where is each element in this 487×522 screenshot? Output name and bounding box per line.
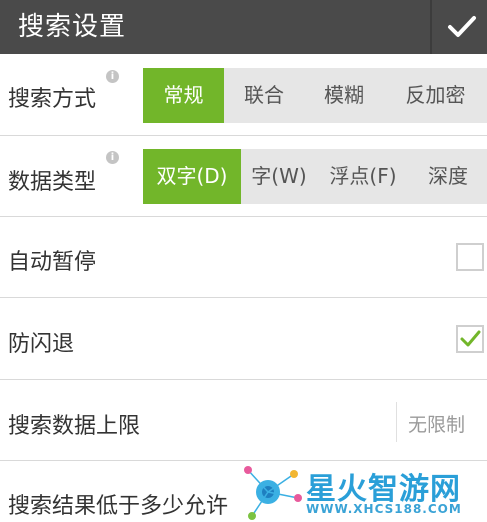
search-mode-option-fuzzy[interactable]: 模糊 [304, 68, 384, 123]
search-mode-option-joint[interactable]: 联合 [224, 68, 304, 123]
title-bar: 搜索设置 [0, 0, 487, 54]
search-mode-label: 搜索方式 [8, 87, 97, 112]
confirm-button[interactable] [437, 0, 487, 54]
search-limit-row[interactable]: 搜索数据上限 无限制 [0, 380, 487, 460]
auto-pause-checkbox[interactable] [456, 243, 484, 271]
info-icon[interactable]: i [106, 70, 119, 83]
result-threshold-label: 搜索结果低于多少允许 [8, 494, 229, 519]
network-logo-icon [244, 466, 302, 520]
checkmark-icon [460, 330, 481, 347]
data-type-selector: 双字(D) 字(W) 浮点(F) 深度 [143, 149, 487, 204]
info-icon[interactable]: i [106, 151, 119, 164]
check-icon [448, 16, 476, 37]
watermark-url: WWW.XHCS188.COM [306, 502, 462, 516]
anti-flashback-row[interactable]: 防闪退 [0, 298, 487, 379]
search-mode-option-normal[interactable]: 常规 [143, 68, 224, 123]
watermark: 星火智游网 WWW.XHCS188.COM [240, 460, 487, 522]
data-type-label: 数据类型 [8, 170, 97, 195]
data-type-option-word[interactable]: 字(W) [241, 149, 317, 204]
data-type-option-dword[interactable]: 双字(D) [143, 149, 241, 204]
data-type-option-depth[interactable]: 深度 [409, 149, 487, 204]
search-mode-option-decrypt[interactable]: 反加密 [384, 68, 487, 123]
data-type-row: 数据类型 i 双字(D) 字(W) 浮点(F) 深度 [0, 136, 487, 216]
title-divider [430, 0, 432, 54]
search-mode-row: 搜索方式 i 常规 联合 模糊 反加密 [0, 54, 487, 135]
search-limit-value[interactable]: 无限制 [408, 410, 465, 437]
data-type-option-float[interactable]: 浮点(F) [317, 149, 409, 204]
search-settings-screen: 搜索设置 搜索方式 i 常规 联合 模糊 反加密 数据类型 i 双字(D) 字(… [0, 0, 487, 522]
page-title: 搜索设置 [18, 12, 127, 42]
search-mode-selector: 常规 联合 模糊 反加密 [143, 68, 487, 123]
auto-pause-row[interactable]: 自动暂停 [0, 217, 487, 297]
value-divider [396, 402, 397, 442]
anti-flashback-checkbox[interactable] [456, 325, 484, 353]
anti-flashback-label: 防闪退 [8, 332, 75, 357]
auto-pause-label: 自动暂停 [8, 250, 97, 275]
search-limit-label: 搜索数据上限 [8, 414, 141, 439]
